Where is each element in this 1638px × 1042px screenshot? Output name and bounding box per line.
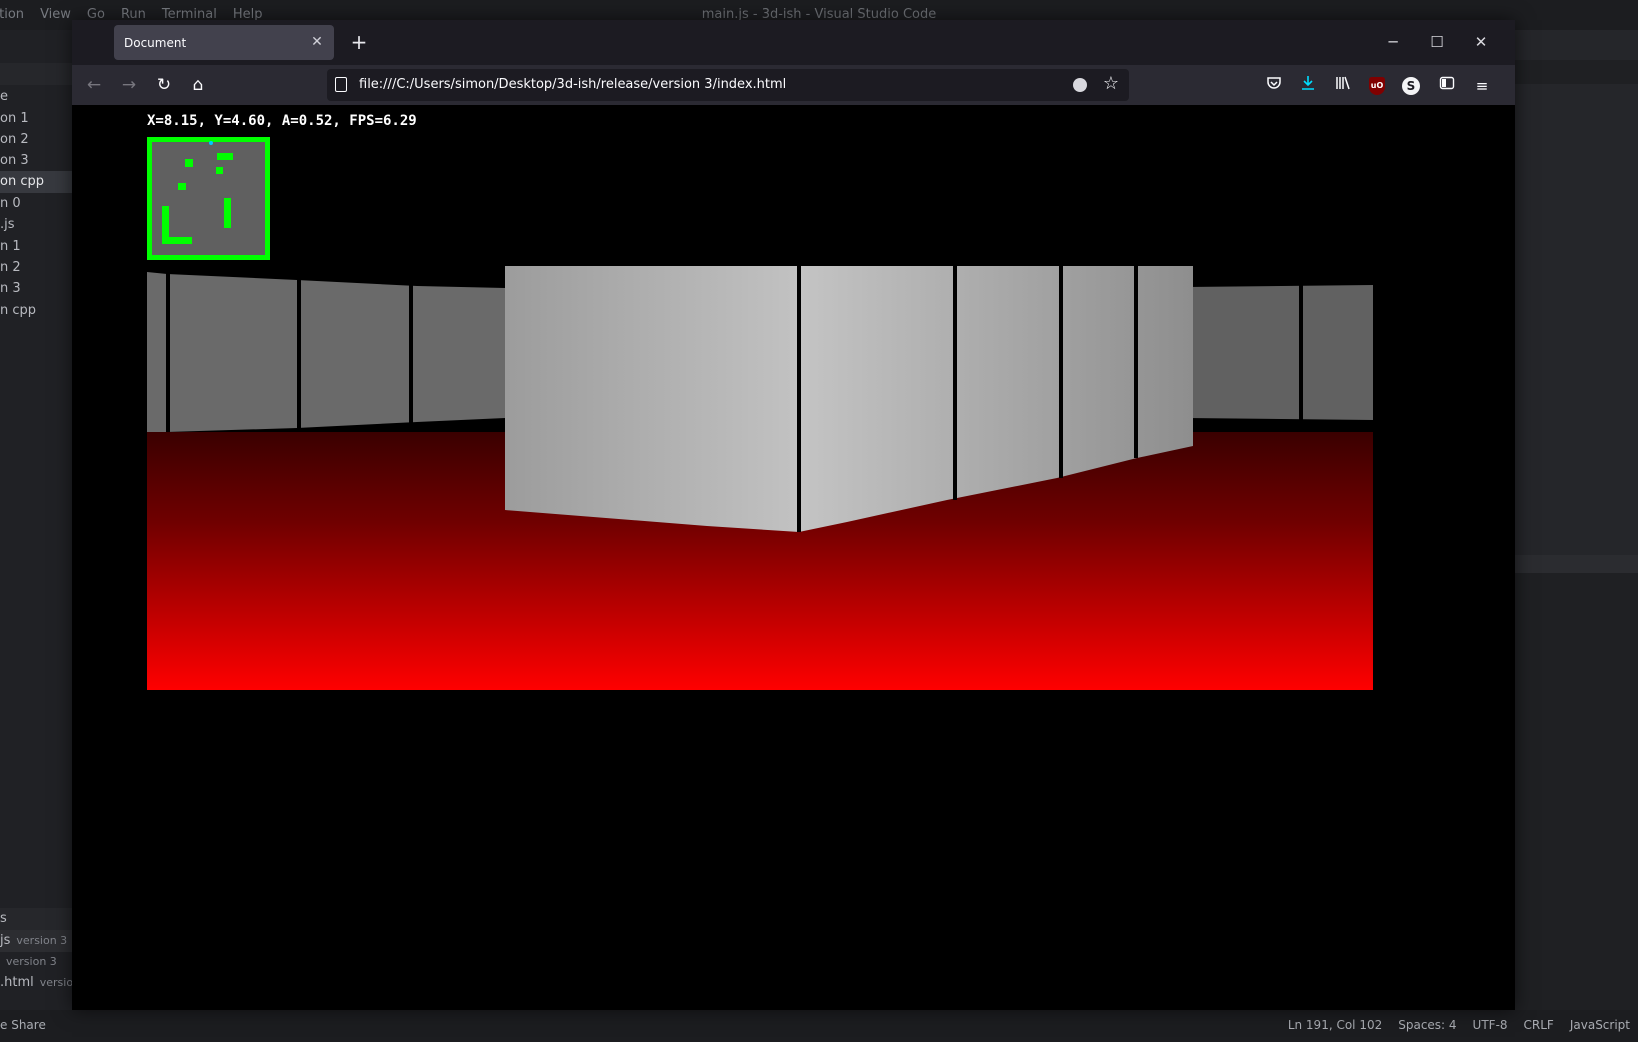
menu-icon[interactable]: ≡ <box>1471 75 1493 97</box>
new-tab-button[interactable]: + <box>346 30 372 56</box>
reload-icon[interactable]: ↻ <box>150 71 178 99</box>
indentation-status[interactable]: Spaces: 4 <box>1398 1018 1456 1032</box>
hud-stats: X=8.15, Y=4.60, A=0.52, FPS=6.29 <box>147 113 417 129</box>
open-editors-header[interactable]: s <box>0 908 72 930</box>
pocket-icon[interactable] <box>1263 75 1285 97</box>
open-editor-folder: version 3 <box>6 955 57 968</box>
explorer-item[interactable]: on 1 <box>0 108 29 130</box>
vscode-status-bar: e Share Ln 191, Col 102 Spaces: 4 UTF-8 … <box>0 1010 1638 1042</box>
tab-bar: Document ✕ + ─ ☐ ✕ <box>72 20 1515 65</box>
encoding-status[interactable]: UTF-8 <box>1473 1018 1508 1032</box>
minimize-icon[interactable]: ─ <box>1378 28 1408 56</box>
back-arrow-icon[interactable]: ← <box>80 71 108 99</box>
url-text[interactable]: file:///C:/Users/simon/Desktop/3d-ish/re… <box>359 77 786 92</box>
vscode-explorer: e on 1 on 2 on 3 on cpp n 0 .js n 1 n 2 … <box>0 30 72 1010</box>
language-mode[interactable]: JavaScript <box>1570 1018 1630 1032</box>
download-icon[interactable] <box>1297 75 1319 97</box>
ublock-icon[interactable]: uO <box>1369 77 1385 95</box>
explorer-item[interactable]: n cpp <box>0 300 36 322</box>
recording-dot-icon <box>1073 78 1087 92</box>
bookmark-star-icon[interactable]: ☆ <box>1103 73 1119 94</box>
minimap-wall-block <box>224 198 231 228</box>
minimap-wall-block <box>178 183 186 190</box>
extension-s-icon[interactable]: S <box>1402 77 1420 95</box>
page-icon <box>335 77 347 92</box>
explorer-item[interactable]: n 3 <box>0 278 21 300</box>
explorer-item[interactable]: n 2 <box>0 257 21 279</box>
close-icon[interactable]: ✕ <box>308 33 326 51</box>
firefox-window: Document ✕ + ─ ☐ ✕ ← → ↻ ⌂ file:///C:/Us… <box>72 20 1515 1010</box>
minimap-wall-block <box>217 153 233 160</box>
vscode-editor-tabs <box>1515 60 1638 84</box>
vscode-editor-area <box>1515 30 1638 1010</box>
far-wall-left <box>147 272 505 432</box>
tab-title: Document <box>124 36 187 50</box>
explorer-item-selected[interactable]: on cpp <box>0 171 72 193</box>
near-block-left-face <box>505 266 799 532</box>
browser-tab-document[interactable]: Document ✕ <box>114 25 334 60</box>
open-editor-name: .html <box>0 975 34 990</box>
open-editor-folder: version 3 <box>16 934 68 947</box>
open-editor-item[interactable]: .html version <box>0 972 72 994</box>
cursor-position[interactable]: Ln 191, Col 102 <box>1288 1018 1382 1032</box>
minimap-wall-block <box>162 237 192 244</box>
explorer-item[interactable]: n 0 <box>0 193 21 215</box>
page-content: X=8.15, Y=4.60, A=0.52, FPS=6.29 <box>72 105 1450 985</box>
home-icon[interactable]: ⌂ <box>184 71 212 99</box>
library-icon[interactable] <box>1332 75 1354 97</box>
open-editor-item[interactable]: js version 3 <box>0 930 72 952</box>
explorer-section-header[interactable] <box>0 63 72 85</box>
game-viewport[interactable] <box>147 266 1373 690</box>
live-share-status[interactable]: e Share <box>0 1018 46 1032</box>
far-wall-right <box>1187 284 1373 422</box>
maximize-icon[interactable]: ☐ <box>1422 28 1452 56</box>
line-ending-status[interactable]: CRLF <box>1524 1018 1554 1032</box>
explorer-item[interactable]: .js <box>0 214 15 236</box>
minimap-player <box>209 141 213 145</box>
open-editor-name: js <box>0 933 11 948</box>
open-editor-item[interactable]: version 3 <box>0 951 57 973</box>
close-icon[interactable]: ✕ <box>1466 28 1496 56</box>
minimap-wall-block <box>185 159 193 167</box>
open-editor-folder: version <box>39 976 72 989</box>
minimap-wall-block <box>216 167 223 174</box>
address-bar[interactable]: file:///C:/Users/simon/Desktop/3d-ish/re… <box>327 69 1129 101</box>
page-right-margin <box>1450 105 1515 985</box>
forward-arrow-icon[interactable]: → <box>115 71 143 99</box>
explorer-item[interactable]: on 3 <box>0 150 29 172</box>
explorer-item[interactable]: n 1 <box>0 236 21 258</box>
explorer-item[interactable]: on 2 <box>0 129 29 151</box>
vscode-panel <box>1515 555 1638 1010</box>
minimap <box>147 137 270 260</box>
explorer-item[interactable]: e <box>0 86 8 108</box>
navigation-toolbar: ← → ↻ ⌂ file:///C:/Users/simon/Desktop/3… <box>72 65 1515 105</box>
sidebar-icon[interactable] <box>1436 75 1458 97</box>
